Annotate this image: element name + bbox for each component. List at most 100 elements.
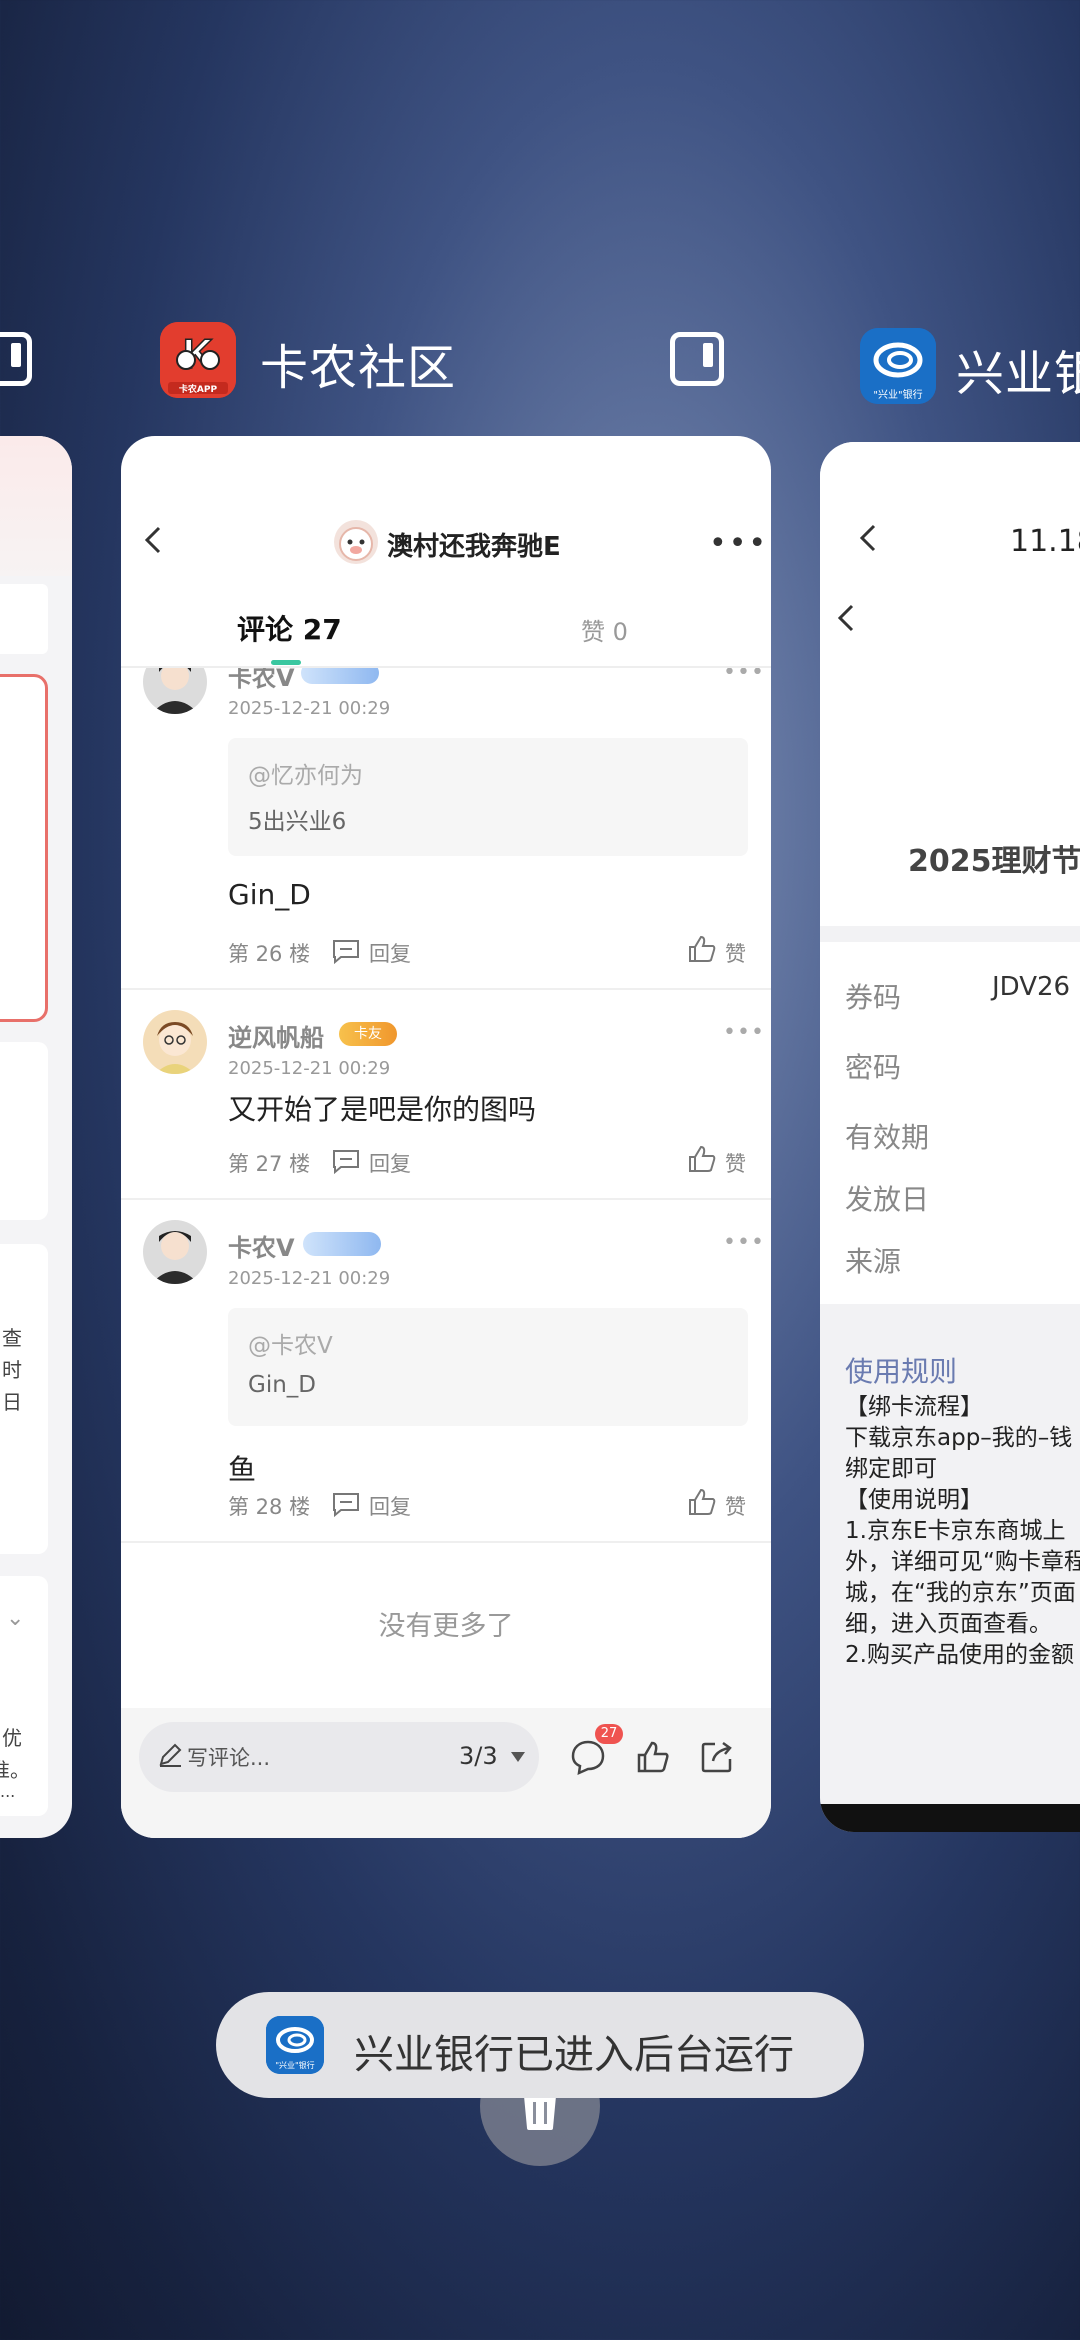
- comment-avatar[interactable]: [143, 1220, 207, 1284]
- right-header-date: 11.18: [1010, 524, 1080, 559]
- kanong-app-icon[interactable]: K 卡农APP: [160, 322, 236, 398]
- rule-line: 2.购买产品使用的金额: [845, 1642, 1074, 1668]
- cib-icon-label: "兴业"银行: [873, 390, 923, 401]
- right-back-icon-2[interactable]: [830, 600, 866, 636]
- thumb-up-icon[interactable]: [687, 934, 717, 964]
- reply-icon[interactable]: [331, 1491, 361, 1518]
- floor-number: 第 27 楼: [228, 1152, 311, 1176]
- right-banner-title: 2025理财节: [908, 844, 1080, 879]
- page-indicator[interactable]: 3/3: [459, 1742, 498, 1770]
- comment-body: 鱼: [228, 1453, 257, 1486]
- comment-author-name[interactable]: 卡农V: [228, 1228, 295, 1263]
- comment-avatar[interactable]: [143, 668, 207, 714]
- comment-more-icon[interactable]: •••: [723, 1230, 765, 1255]
- toast-icon-label: "兴业"银行: [275, 2061, 315, 2070]
- reply-button[interactable]: 回复: [369, 1148, 411, 1178]
- coupon-code-value: JDV26: [992, 972, 1071, 1002]
- comment-author-name[interactable]: 逆风帆船: [228, 1018, 324, 1053]
- comment-time: 2025-12-21 00:29: [228, 698, 391, 719]
- cib-app-icon[interactable]: "兴业"银行: [860, 328, 936, 404]
- center-float-window-icon[interactable]: [670, 332, 724, 386]
- left-float-window-icon[interactable]: [0, 332, 32, 386]
- reply-icon[interactable]: [331, 938, 361, 965]
- cib-app-card[interactable]: 11.18 2025理财节 券码 JDV26 密码 有效期 发放日 来源 使用规…: [820, 442, 1080, 1832]
- floor-number: 第 26 楼: [228, 942, 311, 966]
- reply-button[interactable]: 回复: [369, 1491, 411, 1521]
- left-card-highlight-box: [0, 674, 48, 1022]
- like-button[interactable]: 赞: [725, 1148, 746, 1178]
- level-badge-icon: [301, 668, 379, 684]
- quoted-text: Gin_D: [248, 1372, 317, 1398]
- left-fragment-2: 时: [2, 1358, 22, 1382]
- rule-line: 【绑卡流程】: [845, 1394, 983, 1420]
- left-fragment-3: 日: [2, 1390, 22, 1414]
- rule-line: 细，进入页面查看。: [845, 1611, 1052, 1637]
- left-fragment-5: 准。: [0, 1758, 30, 1782]
- comment-time: 2025-12-21 00:29: [228, 1058, 391, 1079]
- thumb-up-icon[interactable]: [687, 1487, 717, 1517]
- tab-likes[interactable]: 赞 0: [581, 612, 628, 647]
- issue-date-label: 发放日: [845, 1183, 930, 1216]
- comment-divider: [121, 1198, 771, 1200]
- share-icon[interactable]: [699, 1739, 735, 1775]
- right-app-name: 兴业银: [956, 346, 1080, 402]
- comment-more-icon[interactable]: •••: [723, 668, 765, 685]
- like-button[interactable]: 赞: [725, 1491, 746, 1521]
- toast-app-icon: "兴业"银行: [266, 2016, 324, 2074]
- left-card-block-2: 查 时 日: [0, 1244, 48, 1554]
- thumb-up-icon[interactable]: [687, 1144, 717, 1174]
- fan-badge-label: 卡友: [354, 1026, 382, 1042]
- floor-number: 第 28 楼: [228, 1495, 311, 1519]
- post-author-avatar[interactable]: [334, 520, 378, 564]
- comment-input-placeholder: 写评论...: [187, 1746, 271, 1770]
- comment-divider: [121, 988, 771, 990]
- kanong-icon-label: 卡农APP: [178, 385, 218, 395]
- comment-body: Gin_D: [228, 878, 311, 911]
- left-fragment-6: ...: [0, 1782, 16, 1801]
- rule-line: 【使用说明】: [845, 1487, 983, 1513]
- quoted-comment: @卡农V Gin_D: [228, 1308, 748, 1426]
- rule-line: 绑定即可: [845, 1456, 937, 1482]
- right-card-bottom-bar: [820, 1804, 1080, 1832]
- comment-divider: [121, 1541, 771, 1543]
- quoted-comment: @忆亦何为 5出兴业6: [228, 738, 748, 856]
- coupon-code-label: 券码: [845, 981, 902, 1014]
- comment-count-badge: 27: [595, 1724, 623, 1744]
- post-author-name: 澳村还我奔驰E: [387, 532, 561, 562]
- like-button[interactable]: 赞: [725, 938, 746, 968]
- fan-badge: 卡友: [339, 1022, 397, 1046]
- left-card-block-3: ⌄ 优 准。 ...: [0, 1576, 48, 1816]
- comment-input-bar[interactable]: 写评论... 3/3: [139, 1722, 539, 1792]
- comments-icon[interactable]: [569, 1738, 607, 1776]
- background-running-toast: "兴业"银行 兴业银行已进入后台运行: [216, 1992, 864, 2098]
- comment-author-name[interactable]: 卡农V: [228, 668, 295, 693]
- left-card-search-box: [0, 584, 48, 654]
- rules-title: 使用规则: [845, 1355, 958, 1388]
- like-post-icon[interactable]: [636, 1740, 670, 1774]
- no-more-text: 没有更多了: [378, 1611, 514, 1642]
- left-fragment-1: 查: [2, 1326, 22, 1350]
- quoted-text: 5出兴业6: [248, 809, 347, 835]
- tab-comments[interactable]: 评论 27: [237, 608, 342, 648]
- left-card-block-1: [0, 1042, 48, 1220]
- left-fragment-4: 优: [2, 1726, 22, 1750]
- reply-icon[interactable]: [331, 1148, 361, 1175]
- kanong-app-card[interactable]: 澳村还我奔驰E ••• 评论 27 赞 0 卡农V ••• 2025-12-21…: [121, 436, 771, 1838]
- comment-avatar[interactable]: [143, 1010, 207, 1074]
- left-app-card[interactable]: 查 时 日 ⌄ 优 准。 ...: [0, 436, 72, 1838]
- back-chevron-icon[interactable]: [135, 520, 175, 560]
- left-chevron-icon: ⌄: [6, 1606, 25, 1631]
- more-options-icon[interactable]: •••: [709, 526, 768, 561]
- dropdown-caret-icon[interactable]: [511, 1752, 525, 1762]
- source-label: 来源: [845, 1245, 902, 1278]
- comment-body: 又开始了是吧是你的图吗: [228, 1093, 537, 1126]
- right-back-icon-1[interactable]: [852, 520, 888, 556]
- password-label: 密码: [845, 1051, 902, 1084]
- reply-button[interactable]: 回复: [369, 938, 411, 968]
- toast-text: 兴业银行已进入后台运行: [354, 2032, 794, 2078]
- rule-line: 1.京东E卡京东商城上: [845, 1518, 1066, 1544]
- comment-more-icon[interactable]: •••: [723, 1020, 765, 1045]
- left-card-top-tint: [0, 436, 72, 576]
- pencil-icon: [157, 1742, 183, 1768]
- validity-label: 有效期: [845, 1121, 930, 1154]
